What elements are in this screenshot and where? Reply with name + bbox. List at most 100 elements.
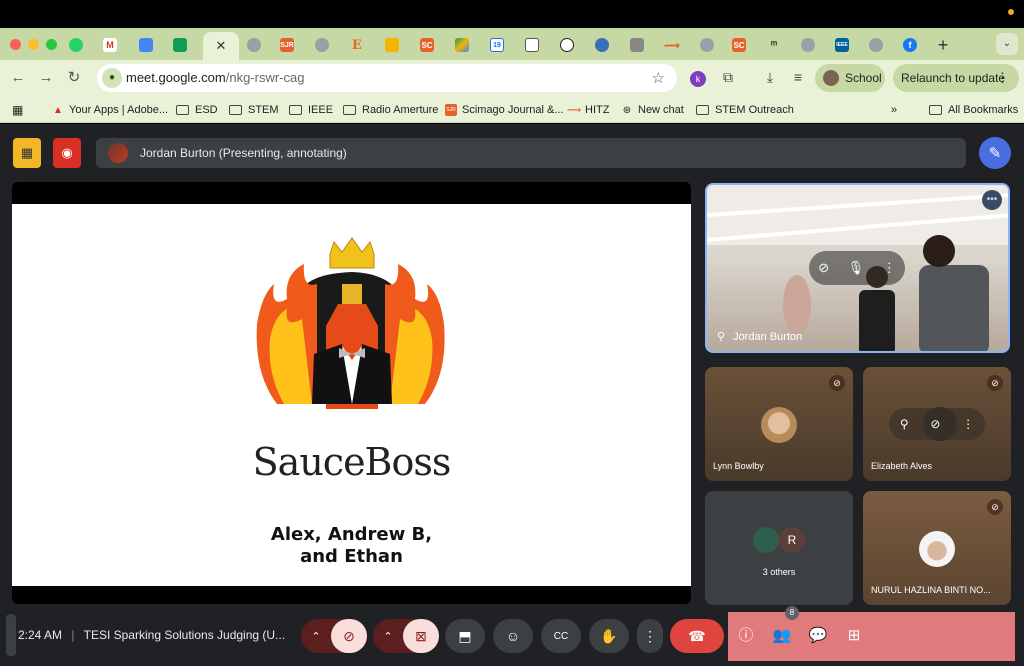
crown xyxy=(329,237,375,269)
tab-whatsapp[interactable] xyxy=(66,32,86,58)
present-screen-icon[interactable]: ⬒ xyxy=(445,619,485,653)
reload-icon[interactable]: ↻ xyxy=(64,68,84,88)
participant-tile-lynn[interactable]: ⊘ Lynn Bowlby xyxy=(705,367,853,481)
tab-etsy[interactable]: E xyxy=(347,32,367,58)
bookmark-adobe[interactable]: ▲ Your Apps | Adobe... xyxy=(52,102,168,118)
more-vert-icon[interactable]: ⋮ xyxy=(962,417,974,431)
tab-facebook[interactable]: f xyxy=(900,32,920,58)
tab-generic-4[interactable] xyxy=(798,32,818,58)
tab-gear[interactable] xyxy=(592,32,612,58)
featured-name-label: ⚲ Jordan Burton xyxy=(717,330,802,344)
record-icon[interactable]: ◉ xyxy=(53,138,81,168)
tab-meet-active[interactable]: ✕ xyxy=(203,32,239,60)
microphone-site-icon[interactable]: ● xyxy=(102,68,122,88)
bookmark-esd[interactable]: ESD xyxy=(176,102,218,118)
close-tab-icon[interactable]: ✕ xyxy=(216,38,227,54)
slide-subtitle-line1: Alex, Andrew B, xyxy=(270,524,433,545)
raise-hand-icon[interactable]: ✋ xyxy=(589,619,629,653)
more-options-icon[interactable]: ⋮ xyxy=(637,619,663,653)
microphone-control: ⌃ ⊘ xyxy=(301,619,367,653)
mic-icon[interactable]: 🎙 xyxy=(848,260,865,276)
more-options-icon[interactable]: ••• xyxy=(982,190,1002,210)
folder-icon xyxy=(289,105,302,115)
slide: SauceBoss Alex, Andrew B, and Ethan xyxy=(12,204,691,586)
tab-search-button[interactable]: ⌄ xyxy=(996,33,1018,55)
address-bar[interactable]: ● meet.google.com/nkg-rswr-cag ☆ xyxy=(97,64,677,92)
bookmark-star-icon[interactable]: ☆ xyxy=(652,69,665,87)
people-icon[interactable]: 👥 xyxy=(771,625,793,647)
chat-icon[interactable]: 💬 xyxy=(807,625,829,647)
participant-tile-others[interactable]: R 3 others xyxy=(705,491,853,605)
camera-off-icon[interactable]: ⊠ xyxy=(403,619,439,653)
bookmark-hitz[interactable]: ⟿ HITZ xyxy=(567,102,610,118)
gear-icon xyxy=(595,38,609,52)
video-options-chevron-icon[interactable]: ⌃ xyxy=(373,630,403,643)
tab-gmail[interactable]: M xyxy=(100,32,120,58)
sheets-icon xyxy=(173,38,187,52)
tab-sc-1[interactable]: SC xyxy=(417,32,437,58)
bookmark-new-chat[interactable]: ⊛ New chat xyxy=(621,102,684,118)
tab-generic-1[interactable] xyxy=(244,32,264,58)
extensions-puzzle-icon[interactable]: ⧉ xyxy=(718,67,738,87)
tab-generic-5[interactable] xyxy=(866,32,886,58)
tab-calendar[interactable]: 19 xyxy=(487,32,507,58)
minimize-window-icon[interactable] xyxy=(28,39,39,50)
tab-generic-2[interactable] xyxy=(312,32,332,58)
more-vert-icon[interactable]: ⋮ xyxy=(996,70,1009,86)
pin-icon[interactable]: ⚲ xyxy=(900,417,909,431)
bookmark-radio[interactable]: Radio Amerture xyxy=(343,102,438,118)
tab-image[interactable] xyxy=(627,32,647,58)
emoji-reaction-icon[interactable]: ☺ xyxy=(493,619,533,653)
maximize-window-icon[interactable] xyxy=(46,39,57,50)
apps-grid-icon[interactable]: ▦ xyxy=(12,102,23,118)
side-panel-handle[interactable] xyxy=(6,614,16,656)
unpin-icon[interactable]: ⊘ xyxy=(818,260,829,276)
tab-ieee[interactable]: IEEE xyxy=(832,32,852,58)
bookmark-ieee[interactable]: IEEE xyxy=(289,102,333,118)
activities-icon[interactable]: ⊞ xyxy=(843,625,865,647)
tab-slides[interactable] xyxy=(382,32,402,58)
captions-icon[interactable]: CC xyxy=(541,619,581,653)
folder-icon xyxy=(343,105,356,115)
mic-off-icon[interactable]: ⊘ xyxy=(930,417,940,431)
back-icon[interactable]: ← xyxy=(8,68,28,88)
tab-drive[interactable] xyxy=(452,32,472,58)
featured-participant-tile[interactable]: ⊘ 🎙 ⋮ ••• ⚲ Jordan Burton xyxy=(705,183,1010,353)
bookmarks-overflow-icon[interactable]: » xyxy=(891,102,897,118)
close-window-icon[interactable] xyxy=(10,39,21,50)
bookmark-stem[interactable]: STEM xyxy=(229,102,279,118)
profile-button[interactable]: School xyxy=(815,64,885,92)
more-vert-icon[interactable]: ⋮ xyxy=(883,260,896,276)
download-icon[interactable]: ⤓ xyxy=(760,67,780,87)
tab-sc-2[interactable]: SC xyxy=(729,32,749,58)
new-tab-button[interactable]: + xyxy=(933,35,953,55)
participant-tile-nurul[interactable]: ⊘ NURUL HAZLINA BINTI NO... xyxy=(863,491,1011,605)
meeting-details-icon[interactable]: ⓘ xyxy=(735,625,757,647)
tab-document[interactable] xyxy=(522,32,542,58)
annotate-pen-icon[interactable]: ✎ xyxy=(979,137,1011,169)
stop-presenting-icon[interactable]: ▦ xyxy=(13,138,41,168)
tab-chatgpt[interactable] xyxy=(557,32,577,58)
tab-sjr[interactable]: SJR xyxy=(277,32,297,58)
all-bookmarks[interactable]: All Bookmarks xyxy=(929,102,1018,118)
audio-options-chevron-icon[interactable]: ⌃ xyxy=(301,630,331,643)
notification-dot xyxy=(1008,9,1014,15)
tab-docs[interactable] xyxy=(136,32,156,58)
tab-generic-3[interactable] xyxy=(697,32,717,58)
media-controls-icon[interactable]: ≡ xyxy=(788,67,808,87)
meeting-title: TESI Sparking Solutions Judging (U... xyxy=(83,628,286,642)
mic-off-icon[interactable]: ⊘ xyxy=(331,619,367,653)
end-call-icon[interactable]: ☎ xyxy=(670,619,724,653)
side-panel-icons: ⓘ 👥 💬 ⊞ xyxy=(728,612,1015,661)
k-extension-icon[interactable]: k xyxy=(690,71,706,87)
tab-monday[interactable]: ᵐ xyxy=(764,32,784,58)
tab-hitz[interactable]: ⟿ xyxy=(662,32,682,58)
tab-sheets[interactable] xyxy=(170,32,190,58)
forward-icon[interactable]: → xyxy=(36,68,56,88)
participant-tile-elizabeth[interactable]: ⊘ ⚲ ⊘ ⋮ Elizabeth Alves xyxy=(863,367,1011,481)
relaunch-label: Relaunch to update xyxy=(901,71,1006,85)
bookmark-stem-outreach[interactable]: STEM Outreach xyxy=(696,102,794,118)
avatar-letter: R xyxy=(779,527,805,553)
relaunch-button[interactable]: Relaunch to update ⋮ xyxy=(893,64,1019,92)
bookmark-scimago[interactable]: SJR Scimago Journal &... xyxy=(445,102,564,118)
